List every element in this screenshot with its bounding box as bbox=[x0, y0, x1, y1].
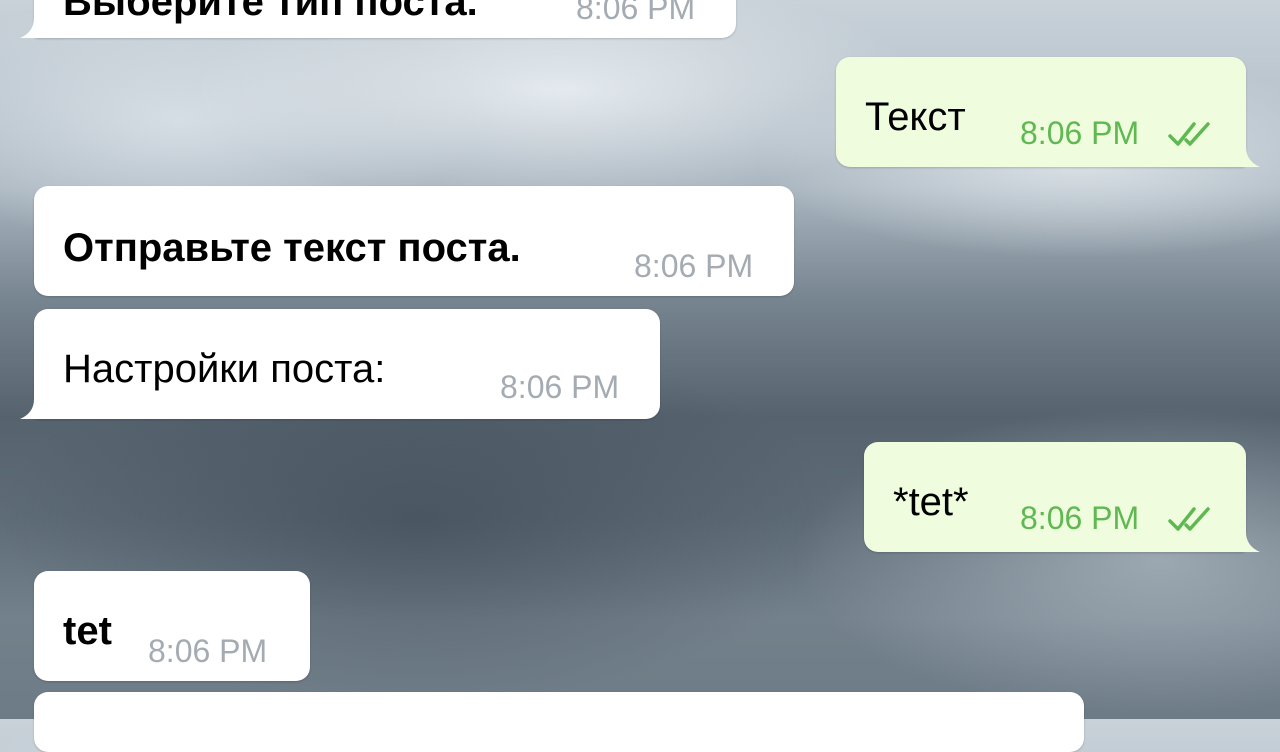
message-text: Настройки поста: bbox=[63, 347, 386, 391]
message-time: 8:06 PM bbox=[148, 633, 268, 669]
message-time: 8:06 PM bbox=[634, 248, 754, 284]
bubble-tail bbox=[1240, 532, 1260, 552]
message-time: 8:06 PM bbox=[1020, 500, 1140, 536]
message-bubble-incoming[interactable] bbox=[34, 692, 1084, 752]
message-text: Текст bbox=[865, 95, 966, 139]
double-check-icon bbox=[1168, 122, 1210, 146]
message-bubble-incoming[interactable]: Отправьте текст поста. 8:06 PM bbox=[34, 186, 794, 296]
message-bubble-incoming[interactable]: Выберите тип поста. 8:06 PM bbox=[20, 0, 736, 38]
message-text: Выберите тип поста. bbox=[63, 0, 478, 24]
message-bubble-outgoing[interactable]: Текст 8:06 PM bbox=[836, 57, 1260, 167]
bubble-tail bbox=[1240, 147, 1260, 167]
bubble-tail bbox=[20, 18, 40, 38]
message-text: Отправьте текст поста. bbox=[63, 226, 521, 270]
message-time: 8:06 PM bbox=[500, 369, 620, 405]
message-text: *tet* bbox=[893, 480, 969, 524]
message-time: 8:06 PM bbox=[1020, 115, 1140, 151]
message-time: 8:06 PM bbox=[576, 0, 696, 26]
message-text: tet bbox=[63, 609, 112, 653]
bubble-tail bbox=[20, 399, 40, 419]
message-bubble-outgoing[interactable]: *tet* 8:06 PM bbox=[864, 442, 1260, 552]
message-bubble-incoming[interactable]: tet 8:06 PM bbox=[34, 571, 310, 681]
double-check-icon bbox=[1168, 507, 1210, 531]
chat-history[interactable]: Выберите тип поста. 8:06 PM Текст 8:06 P… bbox=[0, 0, 1280, 752]
message-bubble-incoming[interactable]: Настройки поста: 8:06 PM bbox=[20, 309, 660, 419]
